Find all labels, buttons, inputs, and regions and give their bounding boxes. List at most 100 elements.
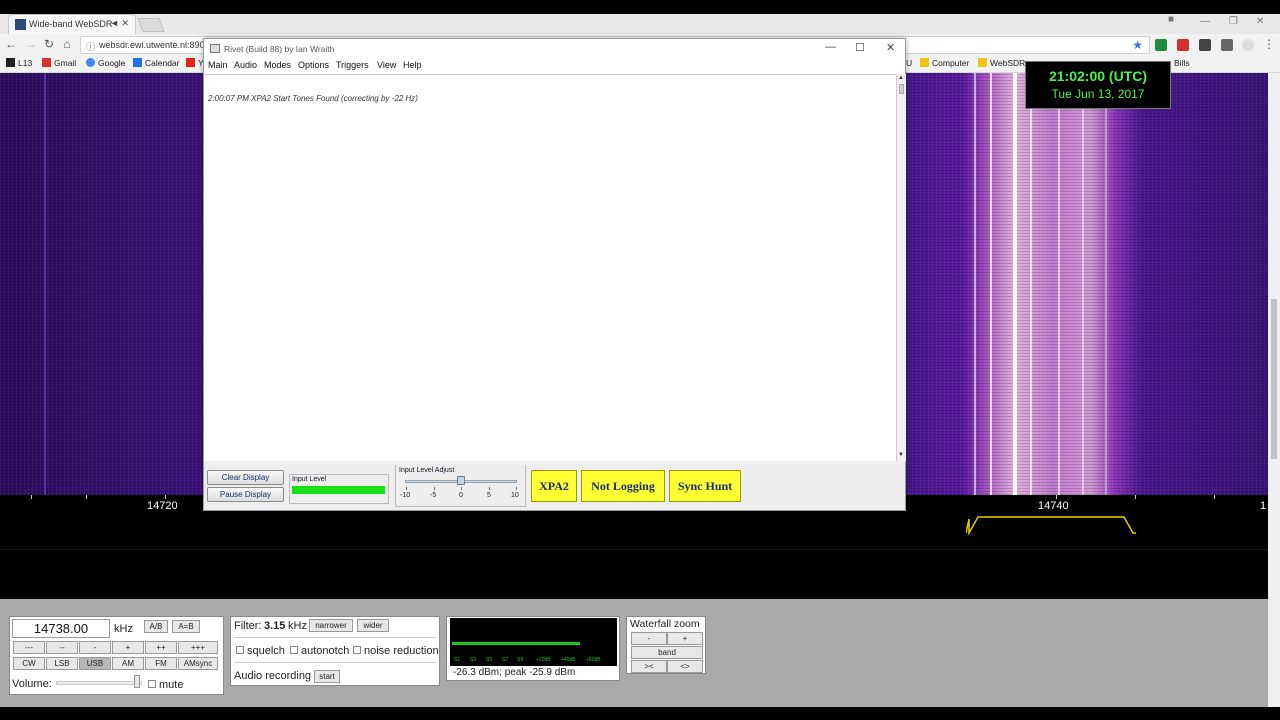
profile-icon[interactable]: ■: [1168, 14, 1174, 25]
a-equals-b-button[interactable]: A=B: [172, 620, 200, 633]
menu-main[interactable]: Main: [208, 60, 228, 70]
rivet-control-bar: Clear Display Pause Display Input Level …: [204, 461, 905, 510]
volume-slider-thumb[interactable]: [134, 675, 140, 688]
wider-button[interactable]: wider: [357, 619, 389, 632]
mode-am-button[interactable]: AM: [112, 657, 144, 670]
zoom-out-button[interactable]: <>: [667, 660, 703, 673]
home-icon[interactable]: ⌂: [60, 37, 74, 51]
passband-indicator[interactable]: [966, 515, 1136, 535]
mode-lsb-button[interactable]: LSB: [46, 657, 78, 670]
mute-checkbox-box[interactable]: [148, 680, 156, 688]
mute-checkbox[interactable]: mute: [148, 679, 183, 691]
page-scrollbar[interactable]: [1268, 73, 1280, 707]
rivet-scrollbar[interactable]: ▲ ▼: [896, 74, 906, 461]
restore-icon[interactable]: ❐: [1229, 16, 1238, 27]
scroll-down-icon[interactable]: ▼: [898, 452, 904, 458]
rivet-scrollbar-thumb[interactable]: [899, 84, 904, 94]
clear-display-button[interactable]: Clear Display: [207, 470, 284, 485]
menu-kebab-icon[interactable]: ⋮: [1262, 37, 1276, 51]
step-button[interactable]: -: [79, 641, 111, 654]
logging-button[interactable]: Not Logging: [581, 470, 665, 502]
sync-hunt-button[interactable]: Sync Hunt: [669, 470, 741, 502]
zoom-in-button[interactable]: ><: [631, 660, 667, 673]
smeter-reading: -26.3 dBm; peak -25.9 dBm: [453, 667, 576, 678]
squelch-checkbox-box[interactable]: [236, 646, 244, 654]
mode-fm-button[interactable]: FM: [145, 657, 177, 670]
bookmark-calendar[interactable]: Calendar: [133, 58, 180, 68]
bookmark-star-icon[interactable]: ★: [1132, 38, 1143, 52]
forward-icon[interactable]: →: [24, 37, 38, 51]
rivet-output-area[interactable]: 2:00:07 PM XPA2 Start Tones Found (corre…: [204, 74, 896, 461]
bookmark-gmail[interactable]: Gmail: [42, 58, 76, 68]
input-level-label: Input Level: [292, 476, 327, 483]
clock-date: Tue Jun 13, 2017: [1051, 87, 1145, 101]
input-level-slider-knob[interactable]: [457, 476, 465, 485]
bookmark-google[interactable]: Google: [86, 58, 125, 68]
bookmark-bills[interactable]: Bills: [1174, 58, 1190, 68]
info-icon[interactable]: ⓘ: [86, 40, 95, 53]
waterfall-trace: [1030, 73, 1032, 495]
minimize-icon[interactable]: —: [1200, 16, 1210, 27]
noise-reduction-checkbox-box[interactable]: [353, 646, 361, 654]
menu-audio[interactable]: Audio: [234, 60, 257, 70]
ab-button[interactable]: A/B: [144, 620, 168, 633]
reload-icon[interactable]: ↻: [42, 37, 56, 51]
mode-cw-button[interactable]: CW: [13, 657, 45, 670]
bookmark-websdr[interactable]: WebSDR: [978, 58, 1025, 68]
recording-start-button[interactable]: start: [314, 670, 340, 683]
bookmark-computer[interactable]: Computer: [920, 58, 969, 68]
waterfall-trace: [974, 73, 976, 495]
menu-triggers[interactable]: Triggers: [336, 60, 369, 70]
input-level-fill: [292, 486, 385, 494]
step-button[interactable]: ---: [13, 641, 45, 654]
new-tab-button[interactable]: [137, 18, 165, 32]
zoom-plus-button[interactable]: +: [667, 632, 703, 645]
extension-tool-icon[interactable]: [1221, 39, 1233, 51]
close-window-icon[interactable]: ✕: [1256, 16, 1264, 27]
menu-help[interactable]: Help: [403, 60, 422, 70]
bookmark-youtube[interactable]: Y: [186, 58, 204, 68]
autonotch-checkbox-box[interactable]: [290, 646, 298, 654]
scale-label: 14740: [1038, 500, 1069, 512]
bookmark-l13[interactable]: L13: [6, 58, 32, 68]
step-button[interactable]: ++: [145, 641, 177, 654]
filter-value: 3.15: [264, 620, 286, 632]
volume-slider[interactable]: [56, 681, 142, 685]
maximize-icon[interactable]: ☐: [855, 41, 865, 54]
mode-usb-button[interactable]: USB: [79, 657, 111, 670]
extension-green-icon[interactable]: [1155, 39, 1167, 51]
menu-view[interactable]: View: [377, 60, 396, 70]
rivet-title-bar[interactable]: Rivet (Build 88) by Ian Wraith — ☐ ✕: [204, 39, 905, 58]
tab-close-icon[interactable]: ◄ ✕: [110, 18, 129, 29]
extension-circle-icon[interactable]: [1242, 39, 1254, 51]
extension-red-icon[interactable]: [1177, 39, 1189, 51]
mode-xpa2-button[interactable]: XPA2: [531, 470, 577, 502]
extension-dark-icon[interactable]: [1199, 39, 1211, 51]
step-button[interactable]: +: [112, 641, 144, 654]
frequency-input[interactable]: 14738.00: [12, 619, 110, 638]
menu-options[interactable]: Options: [298, 60, 329, 70]
slider-tick-label: -5: [430, 492, 437, 499]
step-button[interactable]: +++: [178, 641, 218, 654]
browser-tab[interactable]: Wide-band WebSDR ◄ ✕: [8, 14, 136, 34]
zoom-band-button[interactable]: band: [631, 646, 703, 659]
minimize-icon[interactable]: —: [825, 41, 836, 53]
squelch-checkbox[interactable]: squelch: [236, 645, 285, 657]
close-icon[interactable]: ✕: [886, 41, 895, 54]
menu-modes[interactable]: Modes: [264, 60, 291, 70]
waterfall-trace: [1058, 73, 1060, 495]
scroll-up-icon[interactable]: ▲: [898, 75, 904, 81]
noise-reduction-checkbox[interactable]: noise reduction: [353, 645, 439, 657]
pause-display-button[interactable]: Pause Display: [207, 487, 284, 502]
page-scrollbar-thumb[interactable]: [1271, 299, 1277, 459]
back-icon[interactable]: ←: [4, 37, 18, 51]
step-button[interactable]: --: [46, 641, 78, 654]
slider-tick-label: 0: [459, 492, 463, 499]
autonotch-checkbox[interactable]: autonotch: [290, 645, 349, 657]
zoom-minus-button[interactable]: -: [631, 632, 667, 645]
narrower-button[interactable]: narrower: [309, 619, 353, 632]
bookmark-u[interactable]: U: [906, 58, 912, 68]
mode-amsync-button[interactable]: AMsync: [178, 657, 218, 670]
smeter-label: +60dB: [586, 657, 601, 663]
smeter-bar: [452, 642, 580, 645]
